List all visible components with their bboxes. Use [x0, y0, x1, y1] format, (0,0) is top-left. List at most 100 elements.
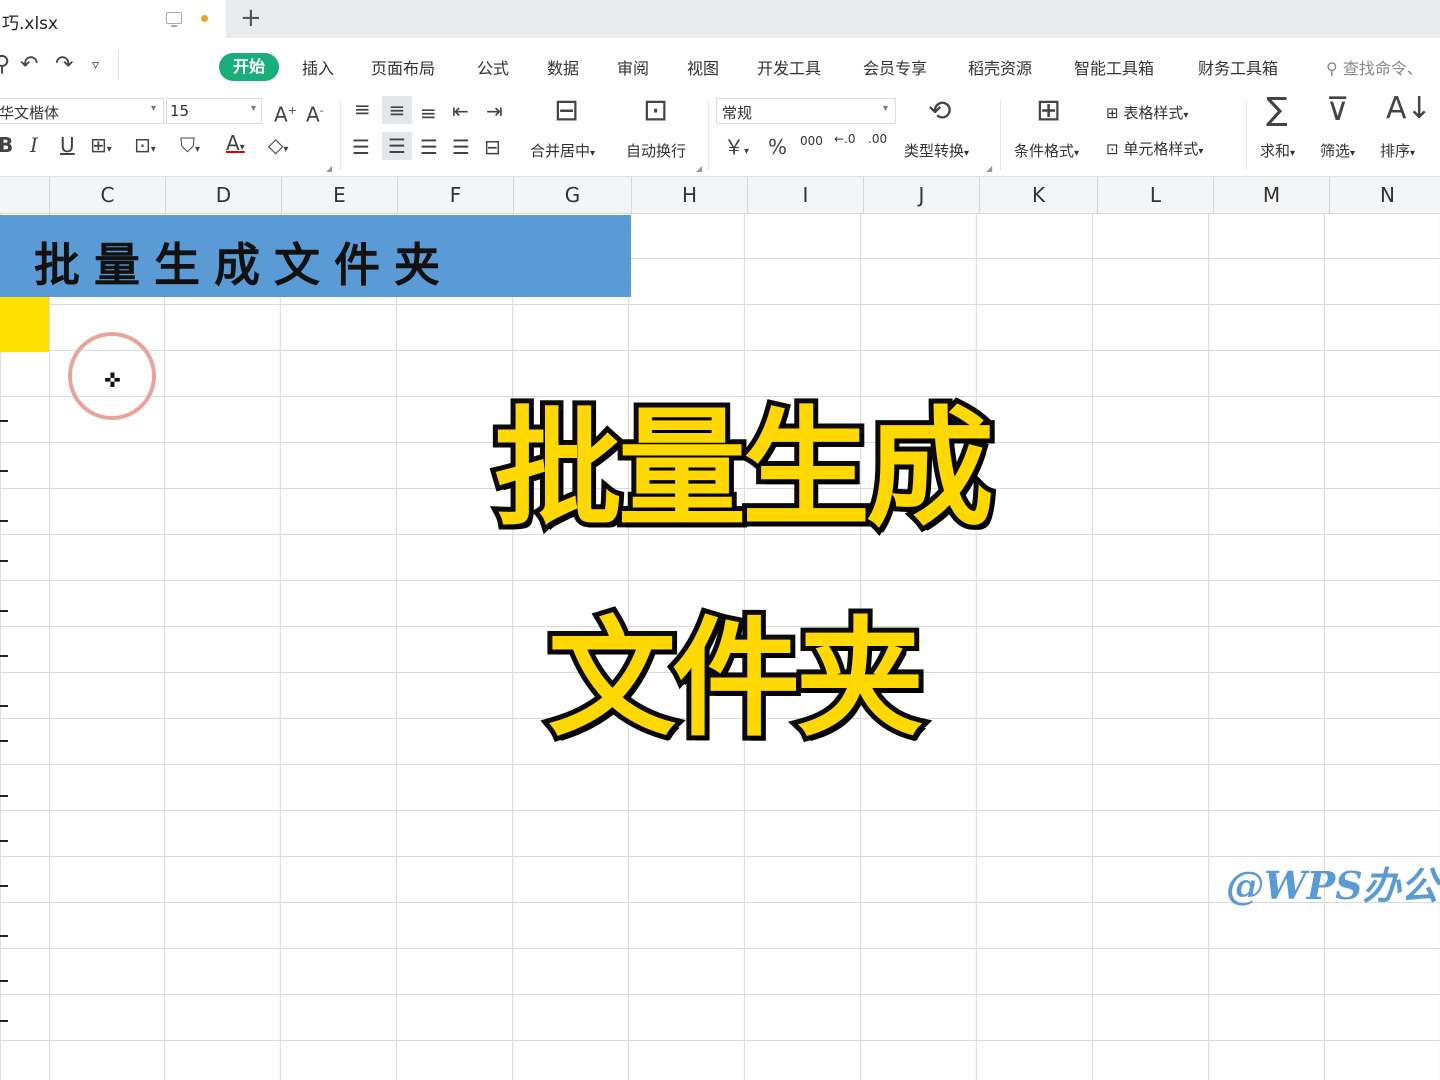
align-top-icon[interactable]: ≡ — [354, 98, 371, 120]
increase-indent-icon[interactable]: ⇥ — [486, 100, 503, 122]
cell-text-fragment — [0, 740, 8, 752]
align-left-icon[interactable]: ☰ — [352, 136, 370, 158]
cell-text-fragment — [0, 610, 8, 622]
tab-developer[interactable]: 开发工具 — [757, 55, 821, 79]
thousands-button[interactable]: 000 — [800, 134, 823, 148]
sort-button[interactable]: 排序▾ — [1380, 140, 1415, 161]
column-header-c[interactable]: C — [49, 177, 165, 213]
title-cell[interactable]: 批量生成文件夹 — [0, 215, 631, 297]
column-header-d[interactable]: D — [165, 177, 281, 213]
table-style-button[interactable]: ⊞ 表格样式▾ — [1106, 102, 1188, 123]
table-style-icon: ⊞ — [1106, 104, 1124, 122]
decrease-indent-icon[interactable]: ⇤ — [452, 100, 469, 122]
clear-format-icon[interactable]: ◇▾ — [268, 134, 288, 161]
tab-smart-toolbox[interactable]: 智能工具箱 — [1074, 55, 1154, 79]
tab-docer[interactable]: 稻壳资源 — [968, 55, 1032, 79]
sum-icon[interactable]: ∑ — [1266, 93, 1288, 125]
column-header-g[interactable]: G — [513, 177, 631, 213]
divider — [708, 100, 709, 170]
column-header-f[interactable]: F — [397, 177, 513, 213]
sheet-title: 批量生成文件夹 — [34, 238, 454, 292]
cell-style-button[interactable]: ⊡ 单元格样式▾ — [1106, 138, 1203, 159]
conditional-format-button[interactable]: 条件格式▾ — [1014, 140, 1079, 161]
currency-button[interactable]: ￥▾ — [724, 136, 749, 163]
font-color-icon[interactable]: A▾ — [226, 132, 245, 159]
file-tab-name[interactable]: 巧.xlsx — [2, 9, 58, 34]
column-header-k[interactable]: K — [979, 177, 1097, 213]
cell-text-fragment — [0, 885, 8, 897]
cell-text-fragment — [0, 840, 8, 852]
increase-decimal-button[interactable]: ←.0 — [834, 132, 856, 146]
unsaved-dot-icon — [201, 15, 208, 22]
new-tab-button[interactable]: + — [240, 4, 262, 32]
merge-center-button[interactable]: 合并居中▾ — [530, 140, 595, 161]
tab-page-layout[interactable]: 页面布局 — [371, 55, 435, 79]
justify-icon[interactable]: ☰ — [452, 136, 470, 158]
tab-finance-toolbox[interactable]: 财务工具箱 — [1198, 55, 1278, 79]
align-right-icon[interactable]: ☰ — [420, 136, 438, 158]
cell-fill-pattern-icon[interactable]: ⊡▾ — [134, 134, 156, 161]
divider — [1246, 100, 1247, 170]
font-size-select[interactable]: 15 ▾ — [166, 98, 262, 124]
column-header-j[interactable]: J — [863, 177, 979, 213]
decrease-font-icon[interactable]: A- — [306, 100, 324, 126]
redo-icon[interactable]: ↷ — [55, 52, 73, 77]
file-tab[interactable]: 巧.xlsx — [0, 0, 226, 38]
decrease-decimal-button[interactable]: .00 — [868, 132, 887, 146]
fill-color-icon[interactable]: ⛉▾ — [180, 134, 200, 161]
merge-center-icon[interactable]: ⊟ — [554, 96, 579, 126]
underline-button[interactable]: U — [60, 134, 75, 156]
cell-text-fragment — [0, 980, 8, 992]
ribbon: 华文楷体 ▾ 15 ▾ A+ A- B I U ⊞▾ ⊡▾ ⛉▾ A▾ ◇▾ ◢… — [0, 93, 1440, 177]
menu-bar: ⚲ ↶ ↷ ▿ 开始 插入 页面布局 公式 数据 审阅 视图 开发工具 会员专享… — [0, 38, 1440, 94]
wrap-text-icon[interactable]: ⊡ — [643, 96, 668, 126]
cell-text-fragment — [0, 705, 8, 717]
distributed-icon[interactable]: ⊟ — [484, 136, 501, 158]
auto-wrap-button[interactable]: 自动换行 — [626, 140, 686, 161]
increase-font-icon[interactable]: A+ — [274, 100, 297, 126]
chevron-down-icon: ▾ — [151, 103, 157, 114]
undo-icon[interactable]: ↶ — [20, 52, 38, 77]
monitor-icon[interactable] — [166, 12, 182, 27]
tab-member[interactable]: 会员专享 — [863, 55, 927, 79]
cell-text-fragment — [0, 1020, 8, 1032]
filter-icon[interactable]: ⊽ — [1326, 93, 1349, 125]
bold-button[interactable]: B — [0, 134, 13, 156]
number-format-select[interactable]: 常规 ▾ — [716, 98, 896, 124]
tab-start[interactable]: 开始 — [219, 53, 279, 81]
tab-formulas[interactable]: 公式 — [477, 55, 509, 79]
sort-icon[interactable]: A↓ — [1386, 94, 1432, 124]
column-header-l[interactable]: L — [1097, 177, 1213, 213]
sum-button[interactable]: 求和▾ — [1260, 140, 1295, 161]
align-center-icon[interactable]: ☰ — [382, 132, 412, 160]
type-convert-button[interactable]: 类型转换▾ — [904, 140, 969, 161]
column-header-n[interactable]: N — [1329, 177, 1440, 213]
search-icon[interactable]: ⚲ — [0, 52, 10, 77]
percent-button[interactable]: % — [768, 136, 787, 158]
cell-text-fragment — [0, 935, 8, 947]
font-name-select[interactable]: 华文楷体 ▾ — [0, 98, 164, 124]
align-bottom-icon[interactable]: ≡ — [420, 102, 437, 124]
search-command[interactable]: ⚲ 查找命令、 — [1326, 55, 1423, 79]
filter-button[interactable]: 筛选▾ — [1320, 140, 1355, 161]
divider — [1000, 100, 1001, 170]
border-icon[interactable]: ⊞▾ — [90, 134, 112, 161]
customize-icon[interactable]: ▿ — [92, 57, 99, 73]
column-header-e[interactable]: E — [281, 177, 397, 213]
currency-label: ￥ — [724, 135, 744, 159]
tab-view[interactable]: 视图 — [687, 55, 719, 79]
highlighted-cell[interactable] — [0, 297, 49, 352]
chevron-down-icon: ▾ — [251, 103, 257, 114]
italic-button[interactable]: I — [30, 134, 38, 156]
tab-data[interactable]: 数据 — [547, 55, 579, 79]
search-icon: ⚲ — [1326, 59, 1343, 78]
column-header-h[interactable]: H — [631, 177, 747, 213]
column-header-i[interactable]: I — [747, 177, 863, 213]
tab-review[interactable]: 审阅 — [617, 55, 649, 79]
conditional-format-icon[interactable]: ⊞ — [1036, 96, 1061, 126]
column-header-m[interactable]: M — [1213, 177, 1329, 213]
align-middle-icon[interactable]: ≡ — [382, 96, 412, 124]
search-command-label: 查找命令、 — [1342, 59, 1423, 78]
type-convert-icon[interactable]: ⟲ — [928, 97, 951, 125]
tab-insert[interactable]: 插入 — [302, 55, 334, 79]
